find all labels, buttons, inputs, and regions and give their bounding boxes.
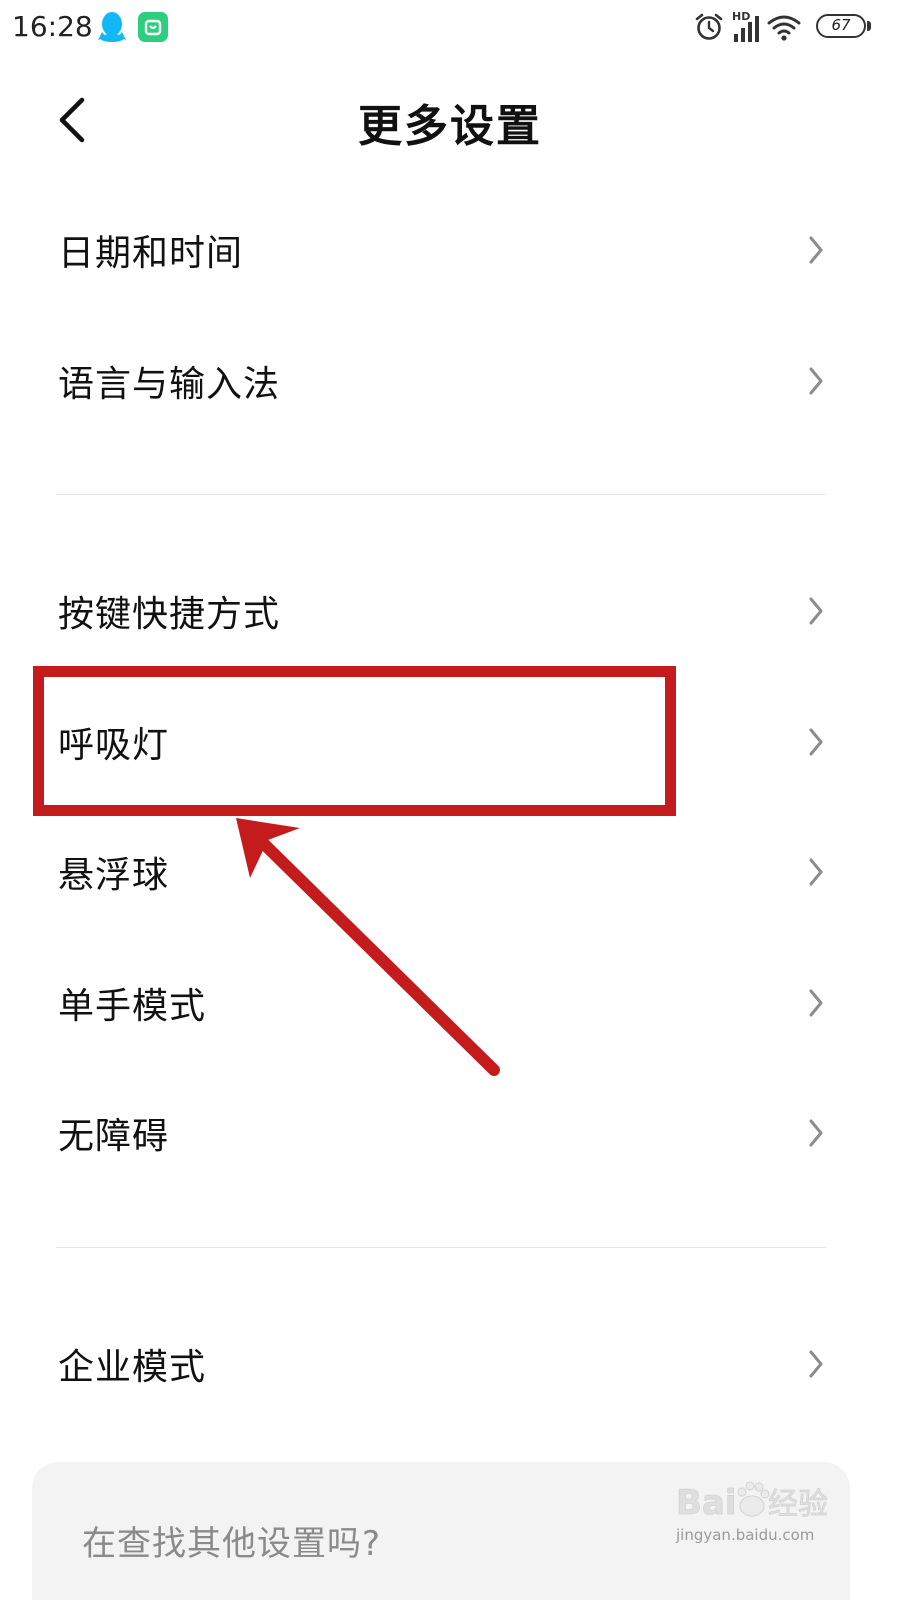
menu-item-one-handed-mode[interactable]: 单手模式 <box>0 943 900 1063</box>
menu-item-notification-light[interactable]: 呼吸灯 <box>0 682 900 802</box>
menu-item-label: 按键快捷方式 <box>58 594 281 635</box>
chevron-right-icon <box>809 1119 823 1147</box>
section-divider <box>56 494 826 495</box>
menu-item-label: 日期和时间 <box>58 233 244 274</box>
status-time: 16:28 <box>12 10 93 43</box>
chevron-right-icon <box>809 1350 823 1378</box>
page-title: 更多设置 <box>358 101 542 152</box>
menu-item-accessibility[interactable]: 无障碍 <box>0 1073 900 1193</box>
chevron-right-icon <box>809 728 823 756</box>
chevron-right-icon <box>809 597 823 625</box>
menu-item-label: 悬浮球 <box>58 855 170 896</box>
menu-item-button-shortcuts[interactable]: 按键快捷方式 <box>0 551 900 671</box>
mi-home-icon <box>138 12 168 42</box>
menu-item-date-time[interactable]: 日期和时间 <box>0 190 900 310</box>
search-card-text: 在查找其他设置吗? <box>82 1524 382 1564</box>
wifi-icon <box>767 15 801 41</box>
chevron-right-icon <box>809 367 823 395</box>
chevron-right-icon <box>809 989 823 1017</box>
menu-item-label: 企业模式 <box>58 1347 207 1388</box>
menu-item-enterprise-mode[interactable]: 企业模式 <box>0 1304 900 1424</box>
chevron-right-icon <box>809 858 823 886</box>
settings-screen: 16:28 HD 67 更多设置 日期和时间 语言与输入法 按键快捷方式 呼吸灯… <box>0 0 900 1600</box>
qq-icon <box>98 12 126 42</box>
watermark-url: jingyan.baidu.com <box>676 1526 815 1544</box>
menu-item-language-input[interactable]: 语言与输入法 <box>0 321 900 441</box>
menu-item-label: 呼吸灯 <box>58 725 170 766</box>
battery-tip <box>867 21 871 31</box>
status-bar: 16:28 HD 67 <box>0 0 900 56</box>
menu-item-label: 无障碍 <box>58 1116 170 1157</box>
chevron-right-icon <box>809 236 823 264</box>
section-divider <box>56 1247 826 1248</box>
menu-item-floating-ball[interactable]: 悬浮球 <box>0 812 900 932</box>
header: 更多设置 <box>0 80 900 160</box>
menu-item-label: 语言与输入法 <box>58 364 281 405</box>
alarm-icon <box>695 13 723 40</box>
menu-item-label: 单手模式 <box>58 986 207 1027</box>
battery-icon: 67 <box>816 14 866 38</box>
